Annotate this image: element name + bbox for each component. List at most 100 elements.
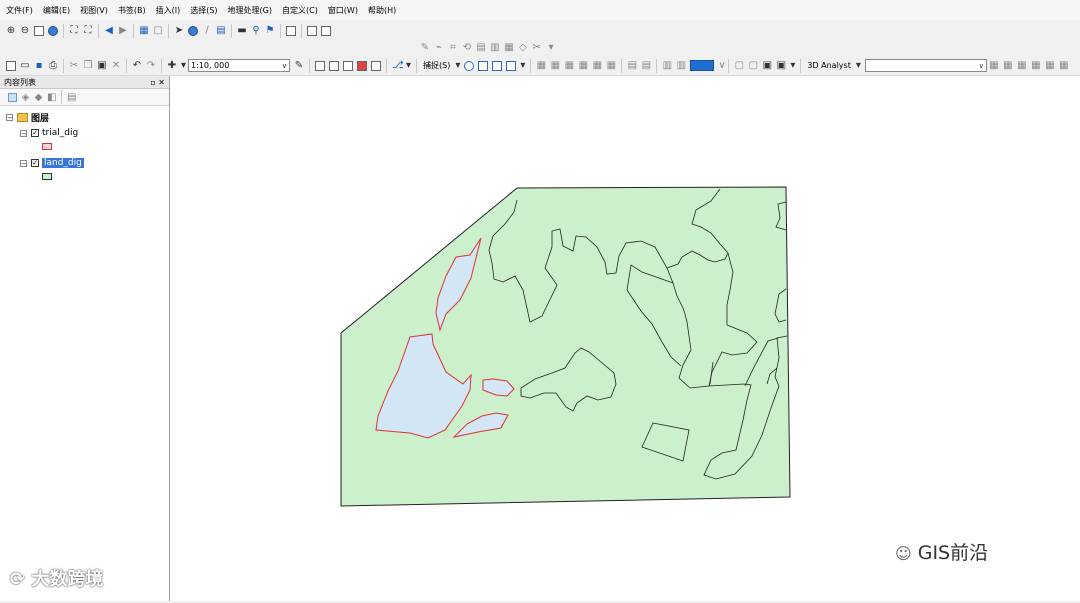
georef-tool-6-icon[interactable]: ▦ (606, 60, 616, 71)
end-snapping-icon[interactable] (478, 60, 489, 71)
vertex-snapping-icon[interactable] (492, 60, 503, 71)
layer-row-trial-dig[interactable]: − ✓ trial_dig (20, 126, 169, 140)
collapse-icon[interactable]: − (6, 113, 13, 121)
create-features-icon[interactable]: ▦ (504, 43, 514, 53)
list-by-visibility-icon[interactable]: ◆ (34, 92, 43, 102)
snapping-more-icon[interactable]: ▾ (520, 60, 525, 71)
editor-toolbar-icon[interactable]: ✎ (294, 60, 304, 71)
color-swatch[interactable] (690, 60, 715, 71)
split-icon[interactable]: ⌗ (448, 43, 458, 53)
find-route-icon[interactable]: ⚑ (265, 26, 275, 36)
3d-analyst-layer-combo[interactable]: ∨ (864, 59, 987, 72)
collapse-icon[interactable]: − (20, 129, 27, 137)
point-snapping-icon[interactable] (464, 60, 475, 71)
delete-icon[interactable]: ✕ (111, 60, 121, 71)
georef-tool-4-icon[interactable]: ▦ (578, 60, 588, 71)
edge-snapping-icon[interactable] (506, 60, 517, 71)
data-frame-row[interactable]: − 图层 (6, 110, 169, 124)
open-icon[interactable]: ▭ (20, 60, 30, 71)
3d-analyst-label[interactable]: 3D Analyst (807, 61, 851, 70)
back-extent-icon[interactable]: ◀ (104, 26, 114, 36)
pan-icon[interactable] (34, 26, 44, 36)
swipe-icon[interactable] (286, 26, 296, 36)
effects-tool-1-icon[interactable]: ▤ (627, 60, 637, 71)
print-icon[interactable]: ⎙ (48, 60, 58, 71)
georef-tool-3-icon[interactable]: ▦ (564, 60, 574, 71)
zoom-in-icon[interactable]: ⊕ (6, 26, 16, 36)
layer-visibility-checkbox[interactable]: ✓ (31, 159, 39, 167)
menu-customize[interactable]: 自定义(C) (282, 5, 318, 16)
toc-window-icon[interactable] (315, 60, 325, 71)
select-features-icon[interactable]: ▦ (139, 26, 149, 36)
list-by-selection-icon[interactable]: ◧ (47, 92, 56, 102)
layer-symbol-swatch[interactable] (42, 143, 52, 150)
search-window-icon[interactable] (343, 60, 353, 71)
3d-analyst-dropdown-icon[interactable]: ▾ (856, 60, 861, 71)
autohide-icon[interactable]: ▫ (150, 78, 155, 87)
paste-icon[interactable]: ▣ (97, 60, 107, 71)
map-display[interactable] (170, 76, 1080, 601)
layout-tool-3-icon[interactable]: ▣ (762, 60, 772, 71)
3d-tool-1-icon[interactable]: ▦ (989, 60, 999, 71)
fixed-zoom-in-icon[interactable]: ⛶ (69, 26, 79, 36)
time-slider-icon[interactable] (321, 26, 331, 36)
map-scale-combo[interactable]: 1:10, 000 ∨ (188, 59, 290, 72)
menu-file[interactable]: 文件(F) (6, 5, 33, 16)
menu-edit[interactable]: 编辑(E) (43, 5, 70, 16)
3d-tool-6-icon[interactable]: ▦ (1059, 60, 1069, 71)
layout-tool-2-icon[interactable]: ▢ (748, 60, 758, 71)
toc-options-icon[interactable]: ▤ (67, 92, 76, 102)
menu-geoprocessing[interactable]: 地理处理(G) (228, 5, 272, 16)
list-by-drawing-order-icon[interactable] (8, 92, 17, 102)
full-extent-icon[interactable] (48, 26, 58, 36)
identify-icon[interactable] (188, 26, 198, 36)
3d-tool-4-icon[interactable]: ▦ (1031, 60, 1041, 71)
effects-tool-2-icon[interactable]: ▤ (641, 60, 651, 71)
create-viewer-icon[interactable] (307, 26, 317, 36)
layer-row-land-dig[interactable]: − ✓ land_dig (20, 156, 169, 170)
snapping-label[interactable]: 捕捉(S) (423, 60, 450, 71)
model-builder-icon[interactable]: ⎇ (392, 60, 404, 71)
arctoolbox-icon[interactable] (357, 60, 367, 71)
copy-icon[interactable]: ❐ (83, 60, 93, 71)
rotate-icon[interactable]: ⟲ (462, 43, 472, 53)
georef-tool-5-icon[interactable]: ▦ (592, 60, 602, 71)
map-canvas[interactable] (170, 76, 1080, 601)
sketch-props-icon[interactable]: ▥ (490, 43, 500, 53)
menu-selection[interactable]: 选择(S) (190, 5, 217, 16)
3d-tool-2-icon[interactable]: ▦ (1003, 60, 1013, 71)
menu-insert[interactable]: 插入(I) (156, 5, 181, 16)
redo-icon[interactable]: ↷ (146, 60, 156, 71)
georef-tool-1-icon[interactable]: ▦ (536, 60, 546, 71)
new-document-icon[interactable] (6, 60, 16, 71)
edit-tool-icon[interactable]: ✎ (420, 43, 430, 53)
collapse-icon[interactable]: − (20, 159, 27, 167)
forward-extent-icon[interactable]: ▶ (118, 26, 128, 36)
hyperlink-icon[interactable]: ∕ (202, 26, 212, 36)
zoom-out-icon[interactable]: ⊖ (20, 26, 30, 36)
menu-bookmarks[interactable]: 书签(B) (118, 5, 146, 16)
effects-tool-4-icon[interactable]: ▥ (676, 60, 686, 71)
layer-visibility-checkbox[interactable]: ✓ (31, 129, 39, 137)
layout-tool-4-icon[interactable]: ▣ (776, 60, 786, 71)
georef-tool-2-icon[interactable]: ▦ (550, 60, 560, 71)
attributes-icon[interactable]: ▤ (476, 43, 486, 53)
more-dropdown-icon[interactable]: ▾ (406, 60, 411, 71)
menu-view[interactable]: 视图(V) (80, 5, 108, 16)
undo-icon[interactable]: ↶ (132, 60, 142, 71)
menu-window[interactable]: 窗口(W) (328, 5, 358, 16)
edit-sketch-icon[interactable]: ⌁ (434, 43, 444, 53)
more-tools-icon[interactable]: ▾ (546, 43, 556, 53)
layout-more-icon[interactable]: ▾ (790, 60, 795, 71)
clear-selection-icon[interactable]: ▢ (153, 26, 163, 36)
select-elements-icon[interactable]: ➤ (174, 26, 184, 36)
cut-icon[interactable]: ✂ (69, 60, 79, 71)
3d-tool-3-icon[interactable]: ▦ (1017, 60, 1027, 71)
layer-symbol-swatch[interactable] (42, 173, 52, 180)
list-by-source-icon[interactable]: ◈ (21, 92, 30, 102)
color-dropdown-icon[interactable]: ∨ (718, 60, 725, 71)
measure-icon[interactable]: ▬ (237, 26, 247, 36)
3d-tool-5-icon[interactable]: ▦ (1045, 60, 1055, 71)
cut-polygons-icon[interactable]: ✂ (532, 43, 542, 53)
add-data-dropdown-icon[interactable]: ▾ (181, 60, 186, 71)
